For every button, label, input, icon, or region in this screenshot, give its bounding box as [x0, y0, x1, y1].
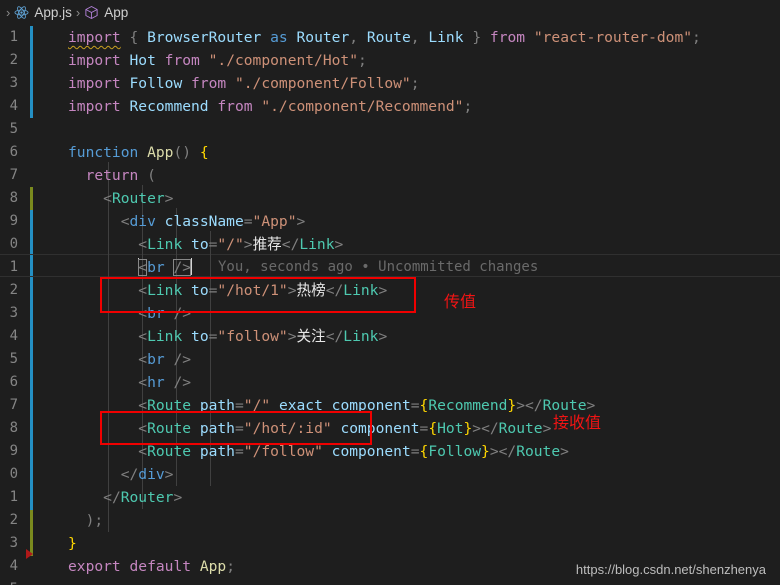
code-line-10[interactable]: <Link to="/">推荐</Link>	[68, 233, 343, 256]
breadcrumb-leading-chevron-icon: ›	[6, 4, 11, 20]
code-line-7[interactable]: return (	[68, 164, 156, 187]
code-line-19[interactable]: <Route path="/follow" component={Follow}…	[68, 440, 569, 463]
breadcrumb-item-symbol[interactable]: App	[84, 5, 128, 20]
line-number: 3	[9, 535, 18, 551]
code-line-17[interactable]: <Route path="/" exact component={Recomme…	[68, 394, 595, 417]
git-added-bar-1	[30, 187, 33, 210]
annotation-label-receive-value: 接收值	[553, 415, 602, 432]
breadcrumb-symbol-label: App	[104, 4, 129, 20]
code-line-2[interactable]: import Hot from "./component/Hot";	[68, 49, 367, 72]
git-blame-annotation: You, seconds ago • Uncommitted changes	[218, 259, 539, 275]
code-line-6[interactable]: function App() {	[68, 141, 209, 164]
line-number: 2	[9, 282, 18, 298]
line-number: 7	[9, 167, 18, 183]
code-line-24[interactable]: export default App;	[68, 555, 235, 578]
code-surface[interactable]: import { BrowserRouter as Router, Route,…	[0, 24, 780, 585]
code-line-21[interactable]: </Router>	[68, 486, 182, 509]
line-number: 2	[9, 512, 18, 528]
line-number: 6	[9, 374, 18, 390]
editor-gutter[interactable]: 1234567890123456789012345	[0, 24, 34, 585]
line-number: 3	[9, 305, 18, 321]
code-line-15[interactable]: <br />	[68, 348, 191, 371]
line-number: 4	[9, 558, 18, 574]
git-modified-bar-mid	[30, 210, 33, 510]
line-number: 9	[9, 213, 18, 229]
line-number: 0	[9, 466, 18, 482]
breadcrumb-chevron-icon: ›	[75, 4, 81, 20]
annotation-label-pass-value: 传值	[444, 294, 477, 311]
text-caret-end	[191, 258, 193, 275]
code-line-12[interactable]: <Link to="/hot/1">热榜</Link>	[68, 279, 387, 302]
code-line-14[interactable]: <Link to="follow">关注</Link>	[68, 325, 387, 348]
breadcrumb: › App.js › App	[0, 0, 780, 24]
line-number: 5	[9, 351, 18, 367]
cube-icon	[84, 5, 99, 20]
line-number: 5	[0, 578, 18, 585]
git-modified-bar-top	[30, 26, 33, 118]
line-number: 8	[9, 190, 18, 206]
code-line-11[interactable]: <br />	[68, 256, 193, 279]
line-number: 4	[9, 98, 18, 114]
code-line-9[interactable]: <div className="App">	[68, 210, 306, 233]
code-line-4[interactable]: import Recommend from "./component/Recom…	[68, 95, 472, 118]
code-line-3[interactable]: import Follow from "./component/Follow";	[68, 72, 420, 95]
code-line-8[interactable]: <Router>	[68, 187, 173, 210]
line-number: 7	[9, 397, 18, 413]
line-number: 3	[9, 75, 18, 91]
breadcrumb-item-file[interactable]: App.js	[14, 5, 72, 20]
breadcrumb-file-label: App.js	[34, 4, 72, 20]
line-number: 1	[9, 29, 18, 45]
breakpoint-marker[interactable]	[26, 549, 33, 559]
line-number: 5	[9, 121, 18, 137]
code-line-22[interactable]: );	[68, 509, 104, 532]
code-line-18[interactable]: <Route path="/hot/:id" component={Hot}><…	[68, 417, 551, 440]
react-icon	[14, 5, 29, 20]
code-editor[interactable]: 1234567890123456789012345 import { Brows…	[0, 24, 780, 585]
code-line-1[interactable]: import { BrowserRouter as Router, Route,…	[68, 26, 701, 49]
line-number: 2	[9, 52, 18, 68]
line-number: 4	[9, 328, 18, 344]
line-number: 6	[9, 144, 18, 160]
line-number: 8	[9, 420, 18, 436]
code-line-20[interactable]: </div>	[68, 463, 174, 486]
line-number: 0	[9, 236, 18, 252]
code-line-13[interactable]: <br />	[68, 302, 191, 325]
code-line-23[interactable]: }	[68, 532, 77, 555]
footer-url: https://blog.csdn.net/shenzhenya	[575, 562, 766, 577]
line-number: 9	[9, 443, 18, 459]
line-number: 1	[9, 489, 18, 505]
code-line-16[interactable]: <hr />	[68, 371, 191, 394]
